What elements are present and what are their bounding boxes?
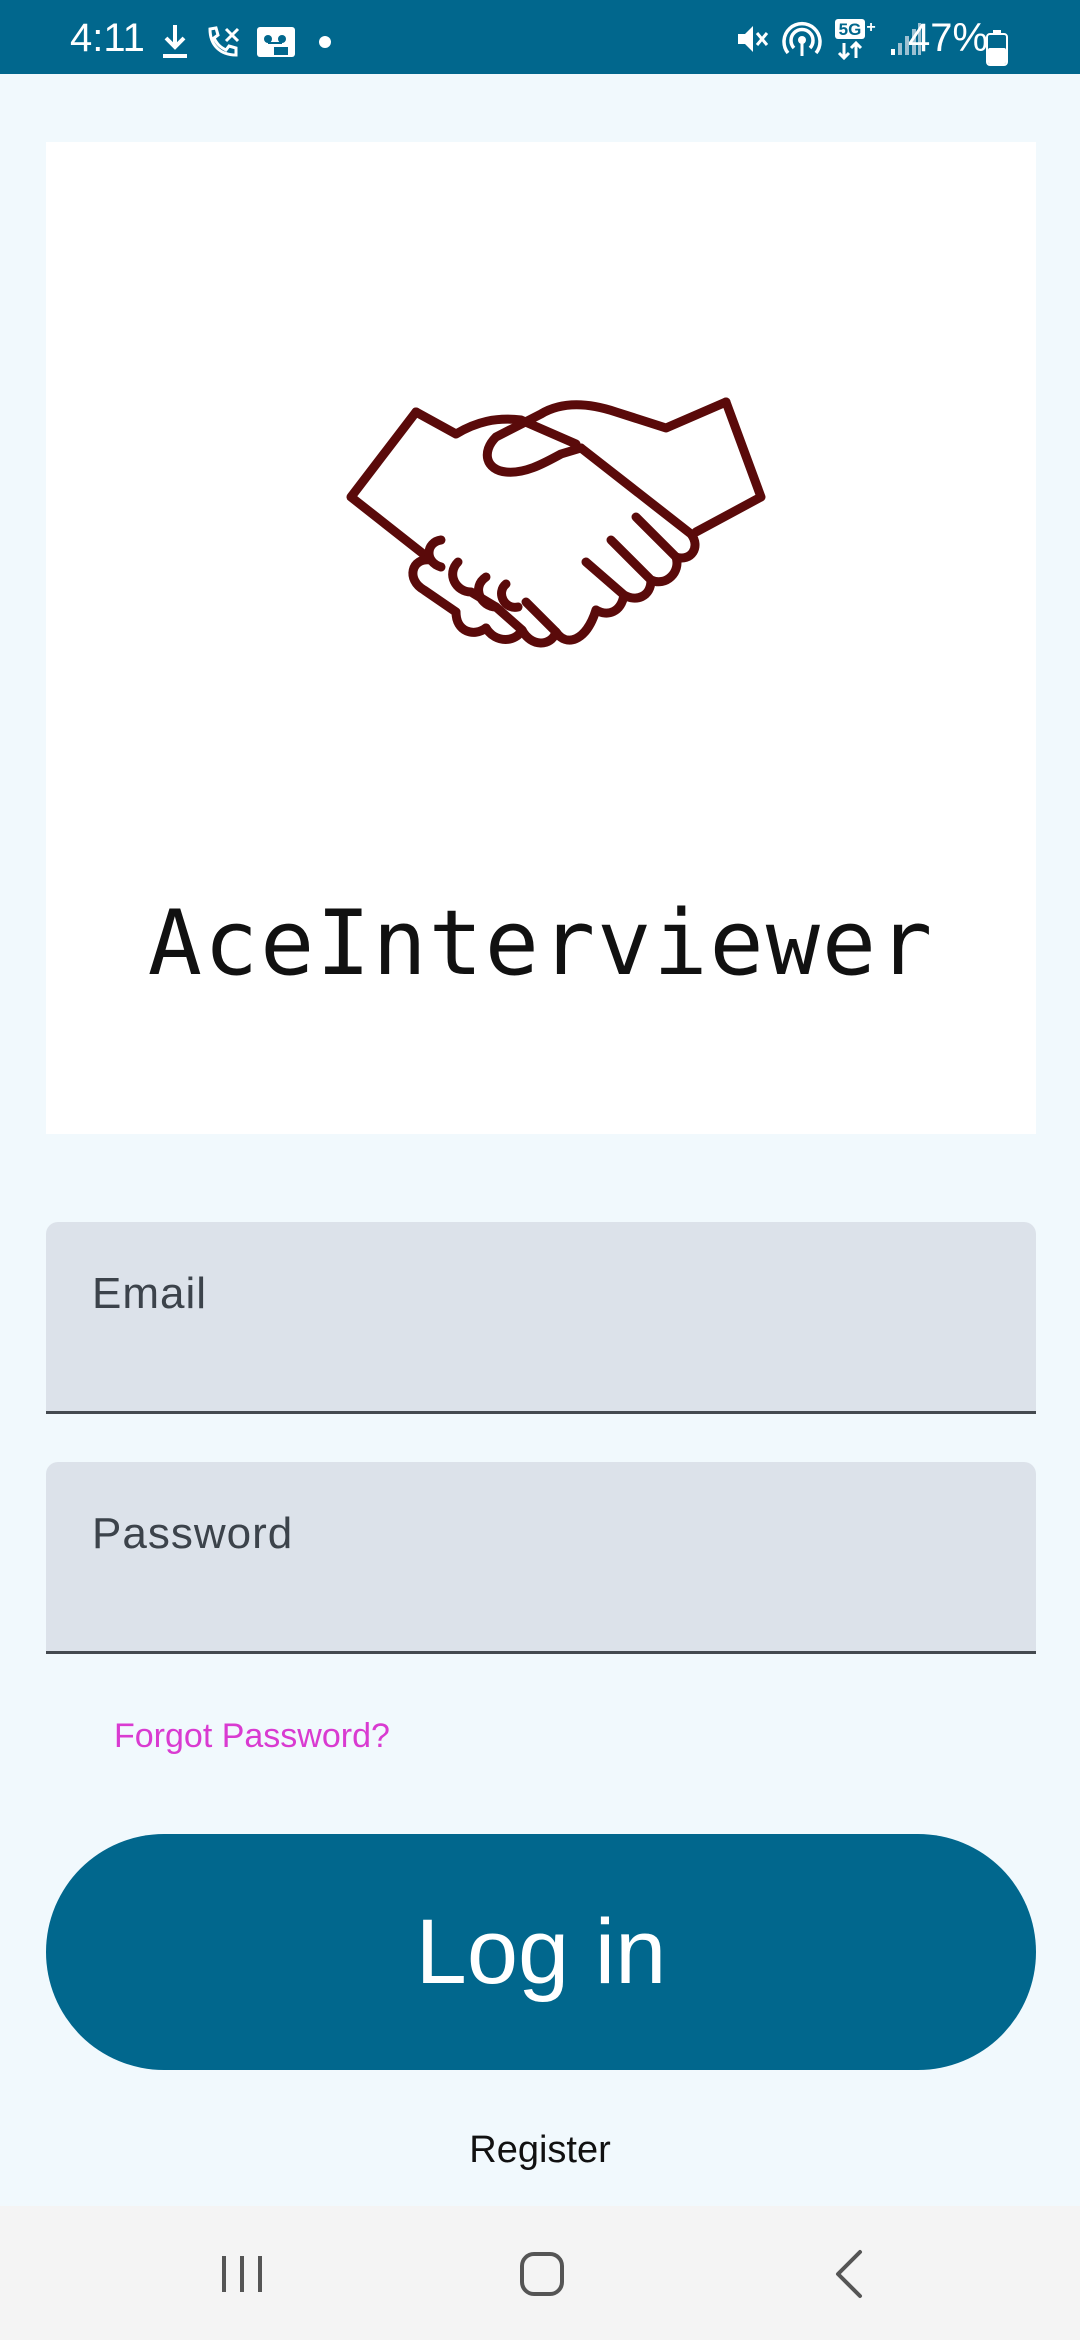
svg-text:5G: 5G	[839, 20, 862, 39]
download-icon	[163, 25, 187, 58]
hotspot-icon	[782, 22, 822, 56]
login-button[interactable]: Log in	[46, 1834, 1036, 2070]
handshake-icon	[346, 397, 766, 648]
password-field-container[interactable]	[46, 1462, 1036, 1654]
home-icon[interactable]	[512, 2244, 572, 2304]
email-field-container[interactable]	[46, 1222, 1036, 1414]
logo-card: AceInterviewer	[46, 142, 1036, 1134]
5g-icon: 5G +	[835, 19, 876, 60]
battery-percentage: 47%	[908, 16, 989, 60]
app-name: AceInterviewer	[147, 891, 935, 996]
status-bar: 4:11 5G + 47%	[0, 0, 1080, 74]
mute-icon	[738, 26, 769, 52]
password-field[interactable]	[46, 1462, 1036, 1651]
navigation-bar	[0, 2206, 1080, 2340]
svg-text:+: +	[866, 19, 875, 36]
status-right-icons: 5G +	[734, 18, 922, 60]
back-icon[interactable]	[820, 2244, 880, 2304]
missed-call-icon	[208, 26, 240, 57]
status-time: 4:11	[70, 16, 145, 60]
recent-apps-icon[interactable]	[212, 2244, 272, 2304]
battery-icon	[986, 30, 1008, 66]
dot-icon	[319, 36, 331, 48]
voicemail-icon	[257, 27, 295, 57]
register-link[interactable]: Register	[0, 2128, 1080, 2172]
status-left-icons	[160, 22, 340, 62]
forgot-password-link[interactable]: Forgot Password?	[114, 1716, 390, 1756]
email-field[interactable]	[46, 1222, 1036, 1411]
